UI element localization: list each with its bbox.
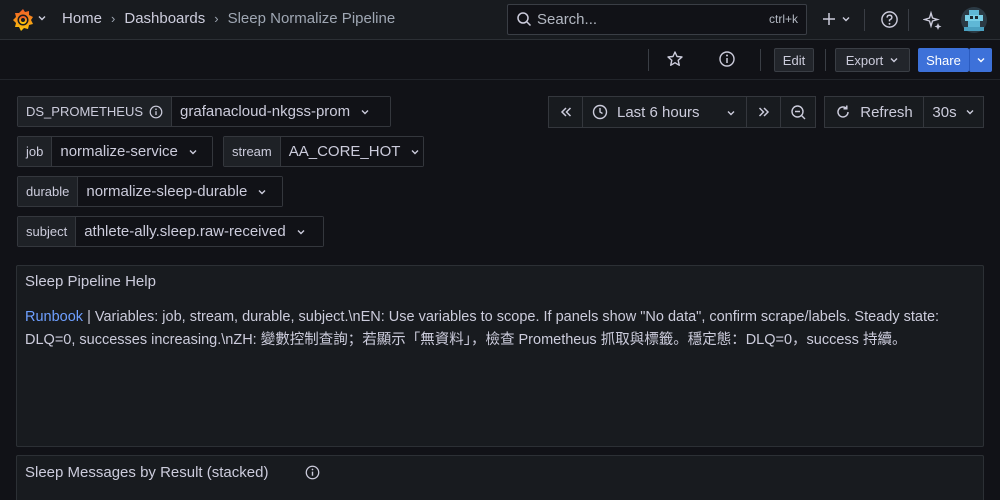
breadcrumb-dashboards[interactable]: Dashboards — [124, 10, 205, 27]
chevron-down-icon — [726, 108, 736, 118]
time-shift-forward-button[interactable] — [746, 96, 781, 128]
info-icon[interactable] — [718, 50, 736, 68]
chevron-down-icon — [965, 107, 975, 117]
breadcrumb: Home › Dashboards › Sleep Normalize Pipe… — [62, 10, 395, 27]
add-chevron-down-icon[interactable] — [841, 14, 851, 24]
search-shortcut: ctrl+k — [768, 12, 798, 26]
search-input[interactable]: Search... ctrl+k — [507, 4, 807, 35]
search-icon — [516, 11, 532, 27]
panel-text-content: Runbook | Variables: job, stream, durabl… — [25, 306, 970, 351]
share-button[interactable]: Share — [918, 48, 969, 72]
grafana-logo-icon[interactable] — [9, 6, 37, 34]
breadcrumb-home[interactable]: Home — [62, 10, 102, 27]
share-dropdown-button[interactable] — [969, 48, 992, 72]
variable-select[interactable]: normalize-sleep-durable — [78, 177, 283, 206]
ai-sparkle-icon[interactable] — [923, 10, 943, 30]
user-avatar[interactable] — [961, 7, 987, 33]
variable-label: stream — [224, 137, 281, 166]
dashboard-toolbar: Edit Export Share — [0, 40, 1000, 80]
divider — [648, 49, 649, 71]
logo-chevron-down-icon[interactable] — [37, 13, 47, 23]
variable-label: DS_PROMETHEUS — [18, 97, 173, 126]
panel-sleep-messages-by-result: Sleep Messages by Result (stacked) — [16, 455, 984, 500]
chevrons-right-icon — [757, 105, 771, 119]
variable-value: AA_CORE_HOT — [288, 143, 401, 160]
divider — [908, 9, 909, 31]
zoom-out-button[interactable] — [780, 96, 816, 128]
variable-select[interactable]: normalize-service — [52, 137, 213, 166]
chevron-down-icon — [360, 107, 370, 117]
refresh-icon — [835, 104, 851, 120]
variable-select[interactable]: athlete-ally.sleep.raw-received — [76, 217, 324, 246]
panel-title: Sleep Messages by Result (stacked) — [25, 464, 269, 481]
variable-durable: durable normalize-sleep-durable — [17, 176, 284, 207]
chevron-down-icon — [257, 187, 267, 197]
help-icon[interactable] — [880, 10, 899, 29]
add-new-plus-icon[interactable] — [820, 10, 838, 28]
panel-help-text: | Variables: job, stream, durable, subje… — [25, 309, 940, 348]
chevron-down-icon — [976, 55, 986, 65]
variable-value: athlete-ally.sleep.raw-received — [84, 223, 286, 240]
variable-label: durable — [18, 177, 79, 206]
variable-label: job — [18, 137, 53, 166]
variable-job: job normalize-service — [17, 136, 214, 167]
refresh-label: Refresh — [860, 103, 913, 121]
chevron-down-icon — [188, 147, 198, 157]
time-range-value: Last 6 hours — [617, 103, 700, 121]
top-nav-bar: Home › Dashboards › Sleep Normalize Pipe… — [0, 0, 1000, 40]
info-icon[interactable] — [305, 465, 320, 480]
export-label: Export — [845, 52, 884, 68]
time-shift-back-button[interactable] — [548, 96, 583, 128]
panel-sleep-pipeline-help: Sleep Pipeline Help Runbook | Variables:… — [16, 265, 984, 447]
variable-value: normalize-service — [60, 143, 178, 160]
chevrons-left-icon — [559, 105, 573, 119]
zoom-out-icon — [790, 104, 807, 121]
runbook-link[interactable]: Runbook — [25, 309, 83, 325]
edit-button[interactable]: Edit — [774, 48, 814, 72]
breadcrumb-separator-icon: › — [111, 11, 116, 26]
variable-value: grafanacloud-nkgss-prom — [180, 103, 351, 120]
search-placeholder: Search... — [537, 11, 598, 28]
refresh-interval-value: 30s — [932, 103, 957, 121]
refresh-interval-picker[interactable]: 30s — [923, 96, 984, 128]
divider — [864, 9, 865, 31]
variable-stream: stream AA_CORE_HOT — [223, 136, 424, 167]
breadcrumb-separator-icon: › — [214, 11, 219, 26]
star-icon[interactable] — [666, 50, 684, 68]
variable-value: normalize-sleep-durable — [86, 183, 248, 200]
variable-label-text: DS_PROMETHEUS — [26, 104, 144, 119]
chevron-down-icon — [889, 55, 899, 65]
chevron-down-icon — [296, 227, 306, 237]
divider — [760, 49, 761, 71]
export-button[interactable]: Export — [835, 48, 910, 72]
divider — [825, 49, 826, 71]
breadcrumb-current: Sleep Normalize Pipeline — [227, 10, 396, 27]
panel-title: Sleep Pipeline Help — [25, 273, 156, 290]
info-icon[interactable] — [149, 105, 163, 119]
variable-select[interactable]: grafanacloud-nkgss-prom — [172, 97, 391, 126]
variable-ds-prometheus: DS_PROMETHEUS grafanacloud-nkgss-prom — [17, 96, 392, 127]
time-range-picker[interactable]: Last 6 hours — [582, 96, 747, 128]
variable-label: subject — [18, 217, 77, 246]
variable-select[interactable]: AA_CORE_HOT — [280, 137, 423, 166]
refresh-button[interactable]: Refresh — [824, 96, 924, 128]
variable-subject: subject athlete-ally.sleep.raw-received — [17, 216, 325, 247]
chevron-down-icon — [410, 147, 420, 157]
clock-icon — [592, 104, 608, 120]
